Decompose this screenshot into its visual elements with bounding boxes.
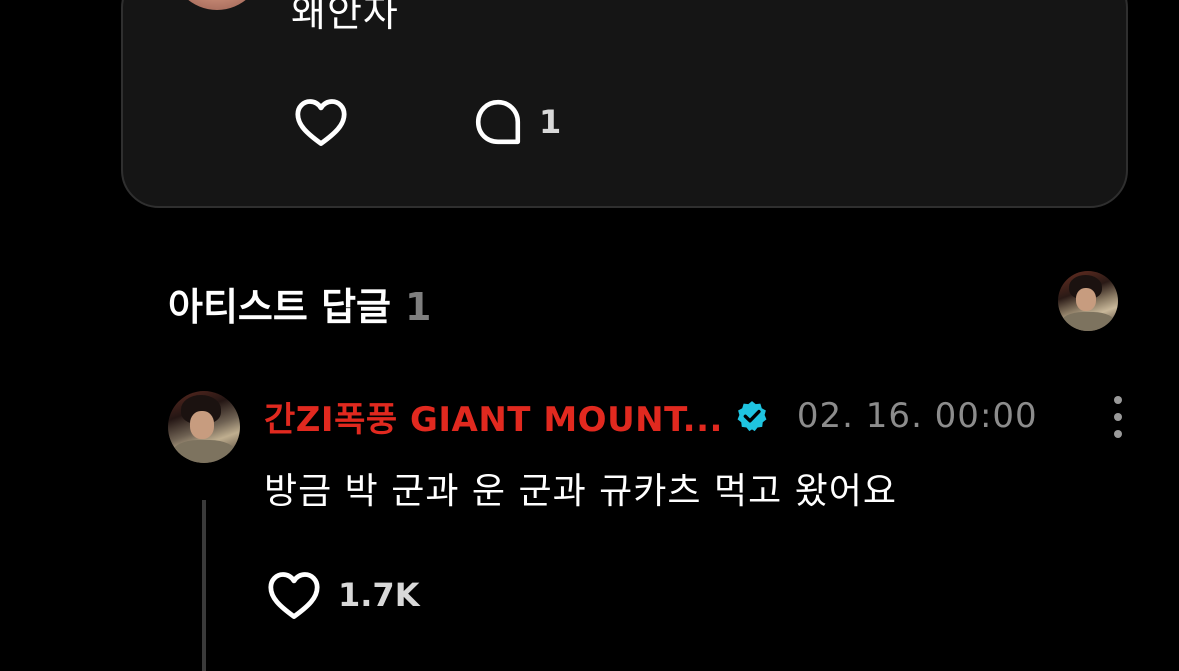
- post-like-button[interactable]: [293, 97, 349, 147]
- post-actions: 1: [293, 96, 561, 148]
- artist-replies-header: 아티스트 답글 1: [168, 276, 431, 331]
- avatar-face: [1076, 287, 1097, 311]
- reply-timestamp: 02. 16. 00:00: [796, 396, 1038, 436]
- post-text: 왜안자: [291, 0, 399, 35]
- artist-replies-count: 1: [405, 285, 432, 329]
- post-card: 왜안자 1: [121, 0, 1128, 208]
- post-comment-count: 1: [539, 103, 562, 141]
- reply-text: 방금 박 군과 운 군과 규카츠 먹고 왔어요: [264, 471, 898, 512]
- reply-header: 간ZI폭풍 GIANT MOUNT... 02. 16. 00:00: [264, 392, 1144, 441]
- thread-line: [202, 500, 206, 671]
- more-options-button[interactable]: [1106, 396, 1130, 438]
- post-author-avatar[interactable]: [171, 0, 263, 10]
- artist-replies-title: 아티스트 답글: [168, 285, 391, 329]
- avatar-shoulder: [1061, 311, 1115, 331]
- avatar-face: [189, 411, 215, 439]
- reply-actions: 1.7K: [266, 568, 419, 622]
- post-comment-button[interactable]: 1: [473, 97, 561, 147]
- reply-author-name[interactable]: 간ZI폭풍 GIANT MOUNT...: [264, 392, 723, 441]
- heart-outline-icon: [268, 572, 320, 619]
- artist-avatar-small[interactable]: [1058, 271, 1118, 331]
- heart-outline-icon: [295, 99, 347, 146]
- speech-bubble-icon: [475, 99, 521, 145]
- reply-like-button[interactable]: [266, 570, 322, 620]
- verified-badge-icon: [735, 399, 769, 433]
- more-vertical-icon-dot: [1114, 430, 1122, 438]
- more-vertical-icon-dot: [1114, 413, 1122, 421]
- reply-like-count: 1.7K: [338, 576, 420, 614]
- more-vertical-icon: [1114, 396, 1122, 404]
- reply-author-avatar[interactable]: [168, 391, 240, 463]
- avatar-shoulder: [171, 439, 237, 463]
